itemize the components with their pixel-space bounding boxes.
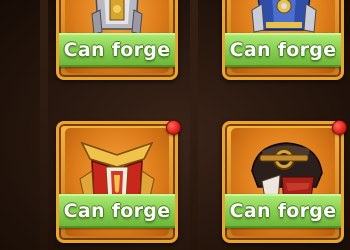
can-forge-label: Can forge bbox=[229, 39, 337, 61]
can-forge-button-2[interactable]: Can forge bbox=[225, 33, 341, 67]
notification-dot bbox=[332, 120, 347, 135]
can-forge-button-4[interactable]: Can forge bbox=[225, 194, 341, 228]
notification-dot bbox=[166, 120, 181, 135]
can-forge-button-3[interactable]: Can forge bbox=[59, 194, 175, 228]
can-forge-label: Can forge bbox=[63, 39, 171, 61]
can-forge-label: Can forge bbox=[63, 200, 171, 222]
equipment-card-3[interactable]: Can forge bbox=[56, 121, 178, 243]
equipment-card-2[interactable]: Can forge bbox=[222, 0, 344, 80]
background-pillar-left bbox=[40, 0, 48, 250]
background-pillar-center bbox=[190, 0, 198, 250]
can-forge-label: Can forge bbox=[229, 200, 337, 222]
can-forge-button-1[interactable]: Can forge bbox=[59, 33, 175, 67]
equipment-card-1[interactable]: Can forge bbox=[56, 0, 178, 80]
equipment-card-4[interactable]: Can forge bbox=[222, 121, 344, 243]
